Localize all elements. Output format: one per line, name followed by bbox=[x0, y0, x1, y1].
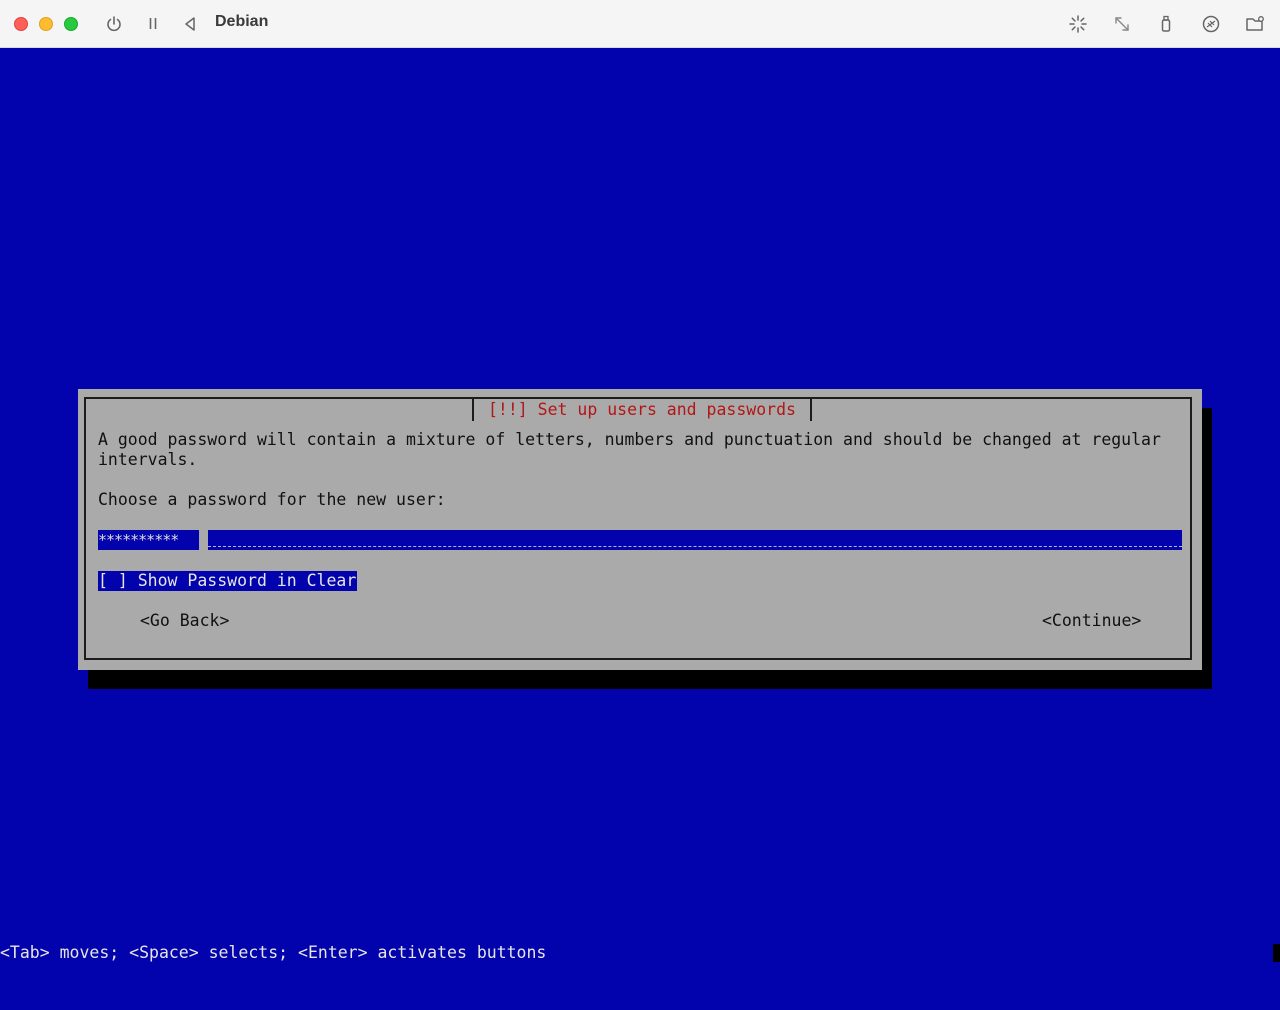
zoom-window-button[interactable] bbox=[64, 17, 78, 31]
brightness-icon[interactable] bbox=[1066, 12, 1090, 36]
back-icon[interactable] bbox=[178, 12, 202, 36]
keyboard-hint: <Tab> moves; <Space> selects; <Enter> ac… bbox=[0, 943, 547, 962]
show-password-checkbox[interactable]: [ ] Show Password in Clear bbox=[98, 571, 358, 591]
minimize-window-button[interactable] bbox=[39, 17, 53, 31]
vm-screen: [!!] Set up users and passwords A good p… bbox=[0, 48, 1280, 1010]
window-titlebar: Debian bbox=[0, 0, 1280, 48]
usb-icon[interactable] bbox=[1154, 12, 1178, 36]
power-icon[interactable] bbox=[102, 12, 126, 36]
window-title: Debian bbox=[215, 13, 269, 30]
installer-dialog: [!!] Set up users and passwords A good p… bbox=[78, 389, 1202, 670]
description-line-1: A good password will contain a mixture o… bbox=[98, 430, 1161, 449]
network-icon[interactable] bbox=[1199, 12, 1223, 36]
pause-icon[interactable] bbox=[141, 12, 165, 36]
password-prompt: Choose a password for the new user: bbox=[98, 490, 446, 509]
password-value: ********** bbox=[98, 530, 179, 550]
shared-folder-icon[interactable] bbox=[1243, 12, 1267, 36]
text-cursor bbox=[199, 530, 208, 550]
dialog-title: [!!] Set up users and passwords bbox=[472, 399, 812, 421]
go-back-button[interactable]: <Go Back> bbox=[140, 611, 229, 631]
description-line-2: intervals. bbox=[98, 450, 198, 469]
resize-icon[interactable] bbox=[1110, 12, 1134, 36]
password-input[interactable]: ********** bbox=[98, 530, 1182, 550]
continue-button[interactable]: <Continue> bbox=[1042, 611, 1141, 631]
screen-corner-block bbox=[1273, 944, 1280, 962]
close-window-button[interactable] bbox=[14, 17, 28, 31]
input-underline bbox=[208, 546, 1182, 547]
